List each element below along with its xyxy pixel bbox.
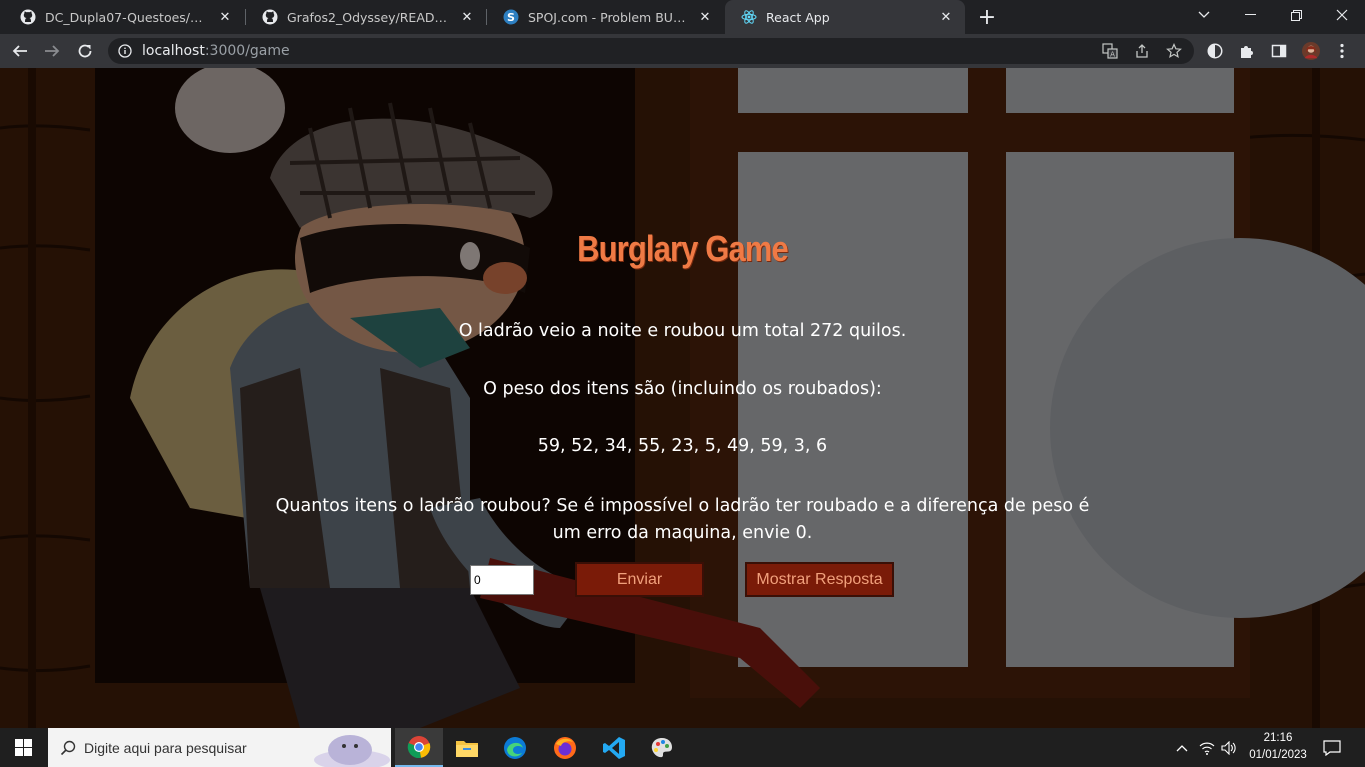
search-icon: [60, 740, 76, 756]
tab-title: React App: [766, 9, 830, 25]
forward-arrow-icon[interactable]: [38, 37, 66, 65]
back-arrow-icon[interactable]: [6, 37, 34, 65]
vscode-icon[interactable]: [590, 728, 638, 767]
share-icon[interactable]: [1133, 42, 1151, 60]
side-panel-icon[interactable]: [1270, 42, 1288, 60]
reload-icon[interactable]: [71, 37, 99, 65]
svg-text:S: S: [507, 11, 515, 24]
game-page: Burglary Game O ladrão veio a noite e ro…: [0, 68, 1365, 728]
svg-text:A: A: [1110, 51, 1115, 59]
tab-title: Grafos2_Odyssey/README.md at: [287, 9, 452, 25]
bookmark-star-icon[interactable]: [1165, 42, 1183, 60]
weights-list: 59, 52, 34, 55, 23, 5, 49, 59, 3, 6: [537, 436, 828, 456]
tab-github-readme[interactable]: Grafos2_Odyssey/README.md at ✕: [246, 0, 486, 34]
tab-react-app[interactable]: React App ✕: [725, 0, 965, 34]
restore-icon[interactable]: [1273, 0, 1319, 30]
file-explorer-icon[interactable]: [443, 728, 491, 767]
edge-icon[interactable]: [491, 728, 539, 767]
volume-icon[interactable]: [1219, 728, 1239, 767]
extensions-puzzle-icon[interactable]: [1238, 42, 1256, 60]
paint-icon[interactable]: [638, 728, 686, 767]
minimize-icon[interactable]: [1227, 0, 1273, 30]
firefox-icon[interactable]: [541, 728, 589, 767]
tab-github-main[interactable]: DC_Dupla07-Questoes/main.py at ✕: [4, 0, 244, 34]
spoj-icon: S: [503, 9, 519, 25]
search-placeholder: Digite aqui para pesquisar: [84, 739, 247, 756]
send-button[interactable]: Enviar: [575, 562, 704, 597]
address-bar[interactable]: localhost:3000/game A: [108, 38, 1194, 64]
browser-toolbar: localhost:3000/game A: [0, 34, 1365, 68]
more-menu-icon[interactable]: [1333, 42, 1351, 60]
notifications-icon[interactable]: [1318, 728, 1346, 767]
browser-tab-strip: DC_Dupla07-Questoes/main.py at ✕ Grafos2…: [0, 0, 1365, 34]
github-icon: [262, 9, 278, 25]
close-icon[interactable]: ✕: [696, 8, 714, 26]
close-icon[interactable]: ✕: [937, 8, 955, 26]
wifi-icon[interactable]: [1197, 728, 1217, 767]
window-close-icon[interactable]: [1319, 0, 1365, 30]
tab-title: DC_Dupla07-Questoes/main.py at: [45, 9, 210, 25]
windows-taskbar: Digite aqui para pesquisar 21:16 01/01/2…: [0, 728, 1365, 767]
close-icon[interactable]: ✕: [458, 8, 476, 26]
github-icon: [20, 9, 36, 25]
answer-input[interactable]: [470, 565, 534, 595]
tab-search-chevron-icon[interactable]: [1181, 0, 1227, 30]
profile-avatar[interactable]: [1302, 42, 1320, 60]
clock-date: 01/01/2023: [1249, 749, 1307, 761]
clock-time: 21:16: [1263, 732, 1293, 744]
taskbar-clock[interactable]: 21:16 01/01/2023: [1238, 730, 1318, 764]
weights-label: O peso dos itens são (incluindo os rouba…: [483, 379, 882, 399]
react-icon: [741, 9, 757, 25]
show-answer-button[interactable]: Mostrar Resposta: [745, 562, 894, 597]
windows-start-icon[interactable]: [0, 728, 46, 767]
tab-spoj[interactable]: S SPOJ.com - Problem BURGLARY ✕: [487, 0, 724, 34]
intro-text: O ladrão veio a noite e roubou um total …: [458, 321, 907, 341]
game-content: Burglary Game O ladrão veio a noite e ro…: [0, 68, 1365, 728]
search-highlight-illustration-icon: [312, 730, 390, 767]
tab-title: SPOJ.com - Problem BURGLARY: [528, 9, 690, 25]
page-title: Burglary Game: [577, 228, 789, 269]
taskbar-search-input[interactable]: Digite aqui para pesquisar: [48, 728, 391, 767]
extension-dark-reader-icon[interactable]: [1206, 42, 1224, 60]
info-icon[interactable]: [118, 44, 132, 58]
new-tab-plus-icon[interactable]: +: [975, 5, 999, 30]
close-icon[interactable]: ✕: [216, 8, 234, 26]
translate-icon[interactable]: A: [1101, 42, 1119, 60]
chrome-icon[interactable]: [395, 728, 443, 767]
tray-chevron-up-icon[interactable]: [1172, 728, 1192, 767]
question-text: Quantos itens o ladrão roubou? Se é impo…: [275, 496, 1090, 543]
url-text: localhost:3000/game: [142, 43, 290, 59]
